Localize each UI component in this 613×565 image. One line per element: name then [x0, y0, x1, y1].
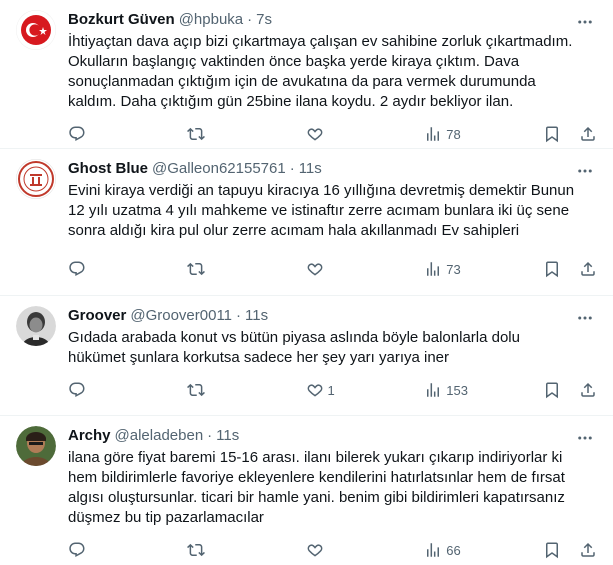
share-icon[interactable]	[579, 381, 597, 399]
more-icon[interactable]	[575, 161, 595, 181]
reply-icon	[68, 125, 86, 143]
action-bar: 73	[68, 253, 597, 285]
like-button[interactable]	[306, 125, 406, 143]
retweet-icon	[186, 125, 205, 143]
action-bar: 66	[68, 534, 597, 565]
retweet-icon	[186, 260, 205, 278]
reply-button[interactable]	[68, 260, 168, 278]
reply-button[interactable]	[68, 125, 168, 143]
display-name[interactable]: Groover	[68, 306, 126, 326]
separator-dot: ·	[236, 307, 242, 324]
views-icon	[424, 381, 442, 399]
views-count: 153	[446, 382, 468, 398]
views-icon	[424, 260, 442, 278]
separator-dot: ·	[289, 160, 295, 177]
more-icon[interactable]	[575, 308, 595, 328]
retweet-button[interactable]	[186, 381, 287, 399]
views-count: 78	[446, 126, 461, 142]
avatar[interactable]	[16, 306, 56, 346]
like-icon	[306, 381, 324, 399]
user-handle[interactable]: @Groover0011	[130, 306, 232, 326]
like-button[interactable]	[306, 541, 406, 559]
display-name[interactable]: Archy	[68, 426, 111, 446]
like-icon	[306, 125, 324, 143]
views-icon	[424, 125, 442, 143]
like-icon	[306, 260, 324, 278]
like-button[interactable]: 1	[306, 381, 406, 399]
reply-button[interactable]	[68, 381, 168, 399]
bookmark-icon[interactable]	[543, 381, 561, 399]
avatar[interactable]	[16, 10, 56, 50]
views-count: 73	[446, 261, 461, 277]
retweet-button[interactable]	[186, 125, 287, 143]
timestamp[interactable]: 11s	[245, 306, 268, 326]
tweet[interactable]: Archy @aleladeben · 11s ilana göre fiyat…	[0, 416, 613, 565]
separator-dot: ·	[207, 427, 213, 444]
tweet[interactable]: Bozkurt Güven @hpbuka · 7s İhtiyaçtan da…	[0, 0, 613, 149]
bookmark-icon[interactable]	[543, 541, 561, 559]
bookmark-icon[interactable]	[543, 260, 561, 278]
tweet-text: İhtiyaçtan dava açıp bizi çıkartmaya çal…	[68, 33, 573, 110]
tweet-text: ilana göre fiyat baremi 15-16 arası. ila…	[68, 449, 565, 526]
timestamp[interactable]: 11s	[216, 426, 239, 446]
retweet-icon	[186, 541, 205, 559]
more-icon[interactable]	[575, 12, 595, 32]
retweet-button[interactable]	[186, 260, 287, 278]
reply-icon	[68, 541, 86, 559]
share-icon[interactable]	[579, 541, 597, 559]
user-handle[interactable]: @hpbuka	[179, 10, 243, 30]
retweet-button[interactable]	[186, 541, 287, 559]
action-bar: 1 153	[68, 374, 597, 406]
display-name[interactable]: Ghost Blue	[68, 159, 148, 179]
action-bar: 78	[68, 118, 597, 150]
tweet-text: Evini kiraya verdiği an tapuyu kiracıya …	[68, 182, 575, 239]
separator-dot: ·	[247, 11, 253, 28]
share-icon[interactable]	[579, 260, 597, 278]
avatar[interactable]	[16, 159, 56, 199]
views-icon	[424, 541, 442, 559]
views-count: 66	[446, 542, 461, 558]
more-icon[interactable]	[575, 428, 595, 448]
share-icon[interactable]	[579, 125, 597, 143]
views-button[interactable]: 78	[424, 125, 524, 143]
user-handle[interactable]: @Galleon62155761	[152, 159, 286, 179]
tweet[interactable]: Groover @Groover0011 · 11s Gıdada arabad…	[0, 296, 613, 416]
like-button[interactable]	[306, 260, 406, 278]
display-name[interactable]: Bozkurt Güven	[68, 10, 175, 30]
tweet[interactable]: Ghost Blue @Galleon62155761 · 11s Evini …	[0, 149, 613, 296]
retweet-icon	[186, 381, 205, 399]
reply-icon	[68, 260, 86, 278]
user-handle[interactable]: @aleladeben	[115, 426, 204, 446]
like-icon	[306, 541, 324, 559]
reply-button[interactable]	[68, 541, 168, 559]
bookmark-icon[interactable]	[543, 125, 561, 143]
tweet-text: Gıdada arabada konut vs bütün piyasa asl…	[68, 329, 520, 366]
tweet-feed: Bozkurt Güven @hpbuka · 7s İhtiyaçtan da…	[0, 0, 613, 565]
reply-icon	[68, 381, 86, 399]
like-count: 1	[327, 382, 335, 398]
views-button[interactable]: 73	[424, 260, 524, 278]
views-button[interactable]: 66	[424, 541, 524, 559]
avatar[interactable]	[16, 426, 56, 466]
timestamp[interactable]: 11s	[299, 159, 322, 179]
views-button[interactable]: 153	[424, 381, 524, 399]
timestamp[interactable]: 7s	[256, 10, 272, 30]
